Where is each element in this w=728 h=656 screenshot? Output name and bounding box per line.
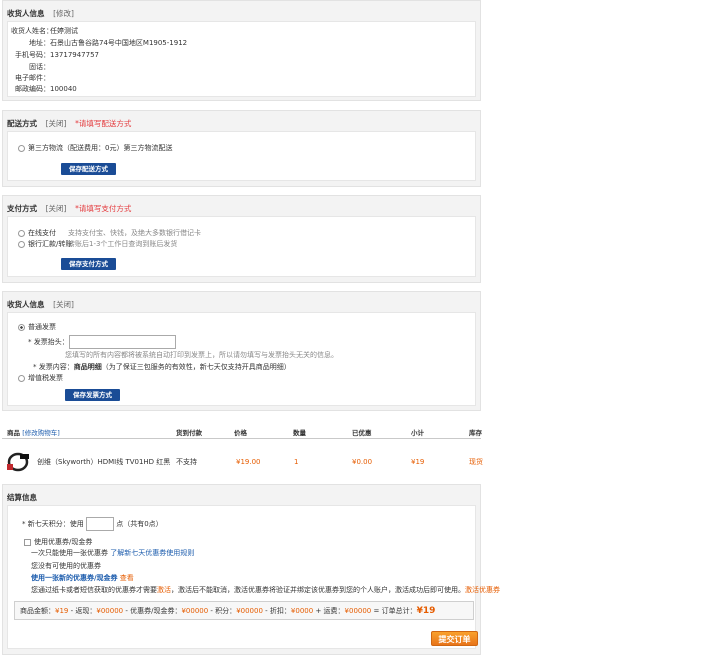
invoice-close-link[interactable]: [关闭]: [53, 300, 74, 309]
summary-goods-value: ¥19: [55, 607, 69, 615]
recipient-field: 固话：: [29, 63, 50, 71]
invoice-normal-option[interactable]: 普通发票: [18, 323, 56, 332]
save-payment-button[interactable]: 保存支付方式: [61, 258, 116, 270]
payment-required-note: *请填写支付方式: [75, 204, 132, 213]
invoice-header-input[interactable]: [68, 335, 176, 349]
settlement-body: * 新七天积分：使用 点（共有0点） 使用优惠券/现金券 一次只能使用一张优惠券…: [7, 505, 500, 649]
goods-header-divider: [2, 438, 481, 439]
recipient-field: 邮政编码：100040: [15, 85, 77, 93]
payment-panel: 支付方式 [关闭] *请填写支付方式 在线支付 支持支付宝、快钱，及绝大多数银行借…: [2, 195, 481, 283]
summary-freight-value: ¥00000: [344, 607, 372, 615]
goods-item-subtotal: ¥19: [411, 458, 425, 466]
settlement-title: 结算信息: [7, 493, 37, 502]
activate-coupon-link[interactable]: 激活优惠券: [465, 586, 500, 594]
summary-refund-value: ¥00000: [96, 607, 124, 615]
payment-title-text: 支付方式: [7, 204, 37, 213]
goods-header-subtotal: 小计: [411, 429, 424, 437]
summary-rebate-value: ¥0000: [290, 607, 314, 615]
coupon-rules-link[interactable]: 了解新七天优惠券使用规则: [110, 549, 194, 557]
points-row: * 新七天积分：使用 点（共有0点）: [22, 517, 163, 531]
payment-options: 在线支付 支持支付宝、快钱，及绝大多数银行借记卡 银行汇款/转账转账后1-3个工作…: [7, 216, 476, 277]
invoice-vat-radio[interactable]: [18, 374, 25, 382]
save-invoice-button[interactable]: 保存发票方式: [65, 389, 120, 401]
goods-item-cod: 不支持: [176, 458, 197, 466]
recipient-edit-link[interactable]: [修改]: [53, 9, 74, 18]
coupon-checkbox[interactable]: [24, 538, 31, 546]
payment-option[interactable]: 银行汇款/转账转账后1-3个工作日查询到账后发货: [18, 240, 177, 249]
goods-item-name[interactable]: 创维（Skyworth）HDMI线 TV01HD 红黑: [37, 458, 170, 467]
back-to-cart-link[interactable]: [修改购物车]: [22, 429, 60, 437]
view-coupon-link[interactable]: 查看: [120, 574, 134, 582]
invoice-normal-radio[interactable]: [18, 323, 25, 331]
recipient-field: 电子邮件：: [15, 74, 50, 82]
summary-coupon-value: ¥00000: [181, 607, 209, 615]
summary-line: 商品金额：¥19 - 返现：¥00000 - 优惠券/现金券：¥00000 - …: [20, 606, 436, 616]
invoice-panel: 收货人信息 [关闭] 普通发票 * 发票抬头： 您填写的所有内容都将被系统自动打…: [2, 291, 481, 411]
payment-option[interactable]: 在线支付 支持支付宝、快钱，及绝大多数银行借记卡: [18, 229, 201, 238]
payment-radio[interactable]: [18, 240, 25, 248]
goods-header-qty: 数量: [293, 429, 306, 437]
goods-header-discount: 已优惠: [352, 429, 372, 437]
goods-item-price: ¥19.00: [236, 458, 261, 466]
invoice-content-row: * 发票内容：商品明细（为了保证三包服务的有效性，新七天仅支持开具商品明细）: [33, 363, 291, 371]
order-summary: 商品金额：¥19 - 返现：¥00000 - 优惠券/现金券：¥00000 - …: [14, 601, 474, 620]
save-shipping-button[interactable]: 保存配送方式: [61, 163, 116, 175]
invoice-title-text: 收货人信息: [7, 300, 45, 309]
invoice-notice: 您填写的所有内容都将被系统自动打印到发票上，所以请勿填写与发票抬头无关的信息。: [65, 351, 338, 359]
payment-title: 支付方式 [关闭] *请填写支付方式: [7, 203, 131, 214]
goods-item-qty: 1: [294, 458, 299, 466]
invoice-form: 普通发票 * 发票抬头： 您填写的所有内容都将被系统自动打印到发票上，所以请勿填…: [7, 312, 476, 406]
shipping-title-text: 配送方式: [7, 119, 37, 128]
recipient-field: 地址：石景山古鲁谷路74号中国地区M1905-1912: [29, 39, 188, 47]
summary-total-value: ¥19: [416, 606, 436, 616]
points-input[interactable]: [85, 517, 114, 531]
submit-order-button[interactable]: 提交订单: [431, 631, 478, 646]
invoice-header-row: * 发票抬头：: [28, 335, 176, 349]
no-coupon-text: 您没有可使用的优惠券: [31, 562, 101, 570]
coupon-rule-row: 一次只能使用一张优惠券 了解新七天优惠券使用规则: [31, 549, 195, 557]
goods-header-cod: 货到付款: [176, 429, 202, 437]
goods-item-stock: 现货: [469, 458, 483, 466]
goods-item-discount: ¥0.00: [352, 458, 373, 466]
shipping-close-link[interactable]: [关闭]: [46, 119, 67, 128]
payment-close-link[interactable]: [关闭]: [46, 204, 67, 213]
shipping-radio[interactable]: [18, 144, 25, 152]
recipient-title-text: 收货人信息: [7, 9, 45, 18]
goods-header-product: 商品 [修改购物车]: [7, 429, 60, 437]
shipping-title: 配送方式 [关闭] *请填写配送方式: [7, 118, 131, 129]
recipient-info: 收货人姓名：任婷测试 地址：石景山古鲁谷路74号中国地区M1905-1912 手…: [7, 21, 476, 97]
recipient-field: 收货人姓名：任婷测试: [11, 27, 78, 35]
settlement-panel: 结算信息 * 新七天积分：使用 点（共有0点） 使用优惠券/现金券 一次只能使用…: [2, 484, 500, 655]
use-new-coupon-link[interactable]: 使用一张新的优惠券/现金券: [31, 574, 118, 582]
new-coupon-row: 使用一张新的优惠券/现金券 查看: [31, 574, 134, 583]
shipping-option[interactable]: 第三方物流（配送费用：0元）第三方物流配送: [18, 144, 172, 153]
invoice-title: 收货人信息 [关闭]: [7, 299, 74, 310]
activation-note: 您通过纸卡或者短信获取的优惠券才需要激活，激活后不能取消，激活优惠券将验证并绑定…: [31, 586, 500, 594]
recipient-panel: 收货人信息 [修改] 收货人姓名：任婷测试 地址：石景山古鲁谷路74号中国地区M…: [2, 0, 481, 101]
shipping-required-note: *请填写配送方式: [75, 119, 132, 128]
summary-points-value: ¥00000: [236, 607, 263, 615]
hdmi-cable-thumbnail: [7, 452, 29, 472]
shipping-panel: 配送方式 [关闭] *请填写配送方式 第三方物流（配送费用：0元）第三方物流配送…: [2, 110, 481, 187]
goods-header-price: 价格: [234, 429, 247, 437]
goods-header-stock: 库存: [469, 429, 482, 437]
invoice-vat-option[interactable]: 增值税发票: [18, 374, 63, 383]
payment-radio[interactable]: [18, 229, 25, 237]
recipient-title: 收货人信息 [修改]: [7, 8, 74, 19]
shipping-options: 第三方物流（配送费用：0元）第三方物流配送 保存配送方式: [7, 131, 476, 181]
coupon-checkbox-row[interactable]: 使用优惠券/现金券: [24, 538, 92, 547]
recipient-field: 手机号码：13717947757: [15, 51, 99, 59]
